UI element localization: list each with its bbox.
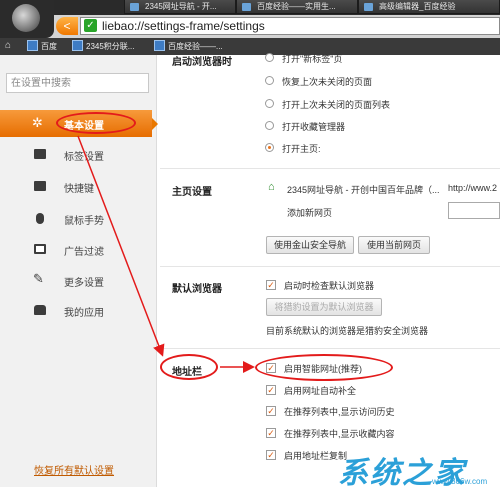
watermark-url: www.306w.com [432,477,488,486]
annotation-arrows [77,135,255,373]
annotation-arrow-down [77,135,165,357]
